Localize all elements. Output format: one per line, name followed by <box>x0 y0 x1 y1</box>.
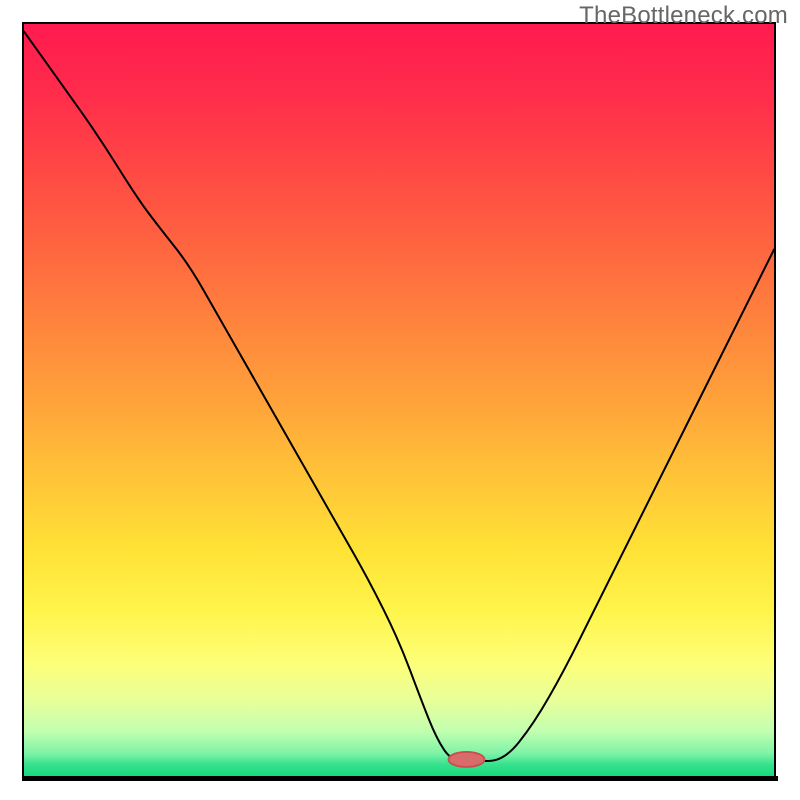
x-axis-line <box>22 776 778 781</box>
optimal-point-marker <box>449 752 485 767</box>
chart-frame: TheBottleneck.com <box>0 0 800 800</box>
plot-svg <box>24 24 774 776</box>
watermark-text: TheBottleneck.com <box>579 2 788 30</box>
plot-area <box>22 22 776 776</box>
gradient-fill <box>24 24 774 776</box>
